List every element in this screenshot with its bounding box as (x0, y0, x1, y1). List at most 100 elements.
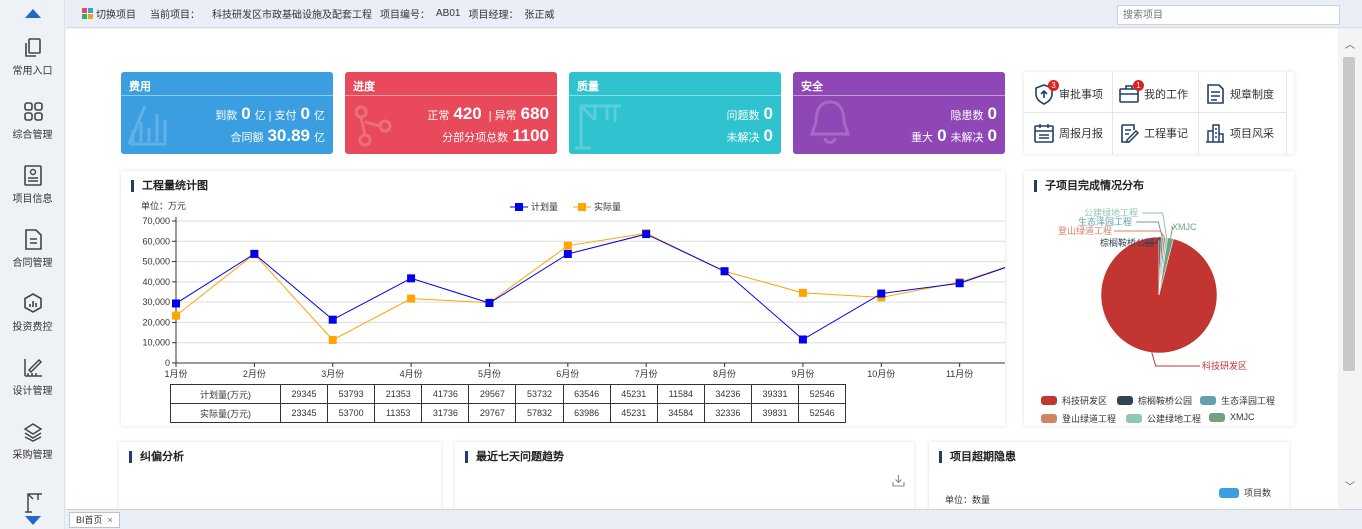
bar-chart-watermark-icon (127, 105, 167, 146)
legend-label: 登山绿道工程 (1062, 414, 1117, 424)
data-point-actual[interactable] (798, 288, 807, 297)
data-point-plan[interactable] (877, 289, 886, 298)
data-point-plan[interactable] (563, 250, 572, 259)
pie-label: 棕榈鞍桥公园 (1100, 237, 1154, 248)
abnormal-label: 异常 (494, 110, 517, 122)
data-point-plan[interactable] (172, 299, 180, 308)
table-cell: 63546 (562, 384, 611, 404)
data-point-plan[interactable] (720, 267, 729, 276)
y-tick-label: 70,000 (142, 216, 170, 226)
table-cell: 52546 (798, 403, 847, 423)
quick-link-2[interactable]: 我的工作 1 (1118, 80, 1188, 105)
switch-project-button[interactable]: 切换项目 (82, 6, 136, 21)
issues-label: 问题数 (726, 110, 760, 122)
safety-card[interactable]: 安全 隐患数 0 重大 0 未解决 0 (793, 72, 1005, 154)
rules-document-icon (1207, 84, 1224, 104)
sidebar-item-6[interactable]: 设计管理 (0, 345, 65, 407)
sidebar-item-label: 常用入口 (12, 65, 53, 77)
data-point-plan[interactable] (250, 249, 259, 258)
x-tick-label: 8月份 (713, 368, 736, 379)
quick-link-label: 工程事记 (1144, 128, 1188, 140)
crane-watermark-icon (575, 104, 621, 150)
data-point-plan[interactable] (955, 279, 964, 288)
sidebar-item-7[interactable]: 采购管理 (0, 409, 65, 471)
cost-card[interactable]: 费用 到款 0 亿 | 支付 0 亿 合同额 30.89 亿 (121, 72, 333, 154)
series-line-plan (175, 233, 1005, 341)
document-icon (24, 228, 42, 250)
pie-label: 科技研发区 (1202, 360, 1247, 371)
table-cell: 52546 (798, 384, 847, 404)
sidebar-scroll-up-button[interactable] (0, 2, 65, 24)
pie-label-line (1151, 352, 1200, 367)
data-point-actual[interactable] (563, 241, 572, 250)
table-cell: 57832 (515, 403, 564, 423)
pie-legend-item[interactable]: 生态泽园工程 (1200, 394, 1275, 407)
legend-marker[interactable] (578, 203, 586, 211)
progress-row-2: 分部分项总数 1100 (442, 126, 549, 146)
sidebar-scroll-down-button[interactable] (0, 509, 65, 529)
quick-link-label: 项目风采 (1230, 128, 1274, 140)
y-tick-label: 20,000 (142, 317, 170, 327)
table-cell: 53700 (327, 403, 376, 423)
progress-row-1: 正常 420 | 异常 680 (427, 104, 549, 124)
quick-link-label: 我的工作 (1144, 89, 1188, 101)
pie-legend-item[interactable]: 棕榈鞍桥公园 (1117, 394, 1192, 407)
major-value: 0 (937, 126, 947, 145)
legend-swatch (1219, 487, 1239, 498)
pie-legend-item[interactable]: 公建绿地工程 (1126, 412, 1201, 425)
table-cell: 45231 (609, 403, 658, 423)
legend-marker[interactable] (515, 203, 523, 211)
pie-legend-item[interactable]: 登山绿道工程 (1041, 412, 1116, 425)
data-point-actual[interactable] (407, 294, 416, 303)
sidebar-item-2[interactable]: 综合管理 (0, 89, 65, 151)
data-point-plan[interactable] (485, 299, 494, 308)
progress-card[interactable]: 进度 正常 420 | 异常 680 分部分项总数 1100 (345, 72, 557, 154)
received-unit: 亿 (254, 110, 266, 122)
pie-label: 登山绿道工程 (1058, 225, 1112, 236)
x-tick-label: 6月份 (556, 368, 579, 379)
quality-row-1: 问题数 0 (727, 104, 773, 124)
quick-link-5[interactable]: 工程事记 (1118, 122, 1188, 144)
data-point-plan[interactable] (642, 230, 651, 239)
y-tick-label: 30,000 (142, 297, 170, 307)
search-project-input[interactable] (1117, 5, 1340, 25)
sidebar-item-1[interactable]: 常用入口 (0, 25, 65, 87)
sidebar-item-label: 采购管理 (12, 449, 53, 461)
sidebar-item-4[interactable]: 合同管理 (0, 217, 65, 279)
edit-note-icon (1121, 124, 1140, 143)
pie-label: XMJC (1172, 222, 1197, 232)
overdue-hazard-legend[interactable]: 项目数 (1219, 486, 1271, 499)
data-point-plan[interactable] (328, 315, 337, 324)
scrollbar-thumb[interactable] (1343, 57, 1355, 371)
legend-label[interactable]: 计划量 (531, 201, 558, 212)
tab-bi-home[interactable]: BI首页 × (69, 512, 120, 528)
data-point-actual[interactable] (172, 311, 180, 320)
quick-link-label: 审批事项 (1059, 89, 1103, 101)
scroll-up-arrow-icon[interactable]: ︿ (1345, 41, 1355, 51)
quick-link-1[interactable]: 审批事项 3 (1033, 80, 1103, 105)
sidebar-item-5[interactable]: 投资费控 (0, 281, 65, 343)
quick-link-6[interactable]: 项目风采 (1204, 122, 1274, 144)
data-point-plan[interactable] (407, 274, 416, 283)
data-point-plan[interactable] (798, 335, 807, 344)
quick-link-4[interactable]: 周报月报 (1033, 122, 1103, 144)
quality-card[interactable]: 质量 问题数 0 未解决 0 (569, 72, 781, 154)
sidebar-item-3[interactable]: 项目信息 (0, 153, 65, 215)
quick-link-3[interactable]: 规章制度 (1204, 83, 1274, 105)
close-tab-icon[interactable]: × (108, 513, 113, 527)
main-scrollbar[interactable]: ︿ ﹀ (1338, 29, 1362, 509)
data-point-actual[interactable] (328, 335, 337, 344)
download-icon[interactable] (892, 474, 905, 487)
pie-legend-item[interactable]: XMJC (1209, 412, 1255, 422)
pie-legend-item[interactable]: 科技研发区 (1041, 394, 1107, 407)
legend-label[interactable]: 实际量 (594, 201, 621, 212)
scroll-down-arrow-icon[interactable]: ﹀ (1345, 483, 1355, 493)
current-project-name: 科技研发区市政基础设施及配套工程 (212, 10, 372, 21)
legend-swatch (1041, 414, 1057, 423)
project-code-label: 项目编号： (380, 10, 430, 21)
sidebar-item-label: 综合管理 (12, 129, 53, 141)
tab-bar: BI首页 × (66, 509, 1362, 529)
sidebar-item-label: 投资费控 (12, 321, 53, 333)
legend-swatch (1117, 396, 1133, 405)
x-tick-label: 1月份 (164, 368, 187, 379)
